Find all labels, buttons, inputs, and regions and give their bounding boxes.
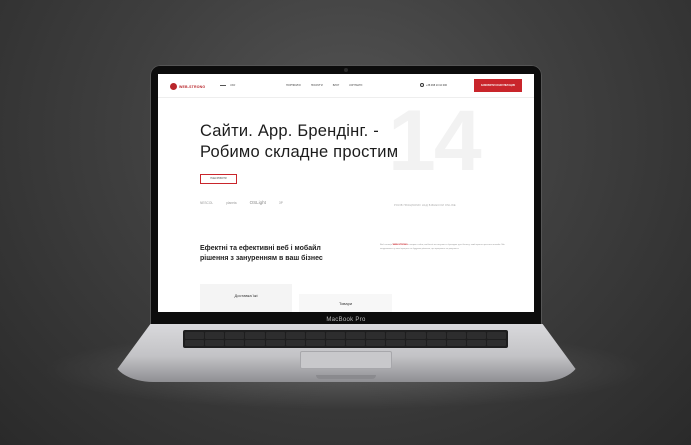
client-logo-nescol: NESCOL xyxy=(200,200,214,205)
service-card-label: Доставка їжі xyxy=(234,293,258,298)
phone-icon xyxy=(420,83,424,87)
client-logo-zr: ЗР xyxy=(278,200,283,205)
language-label: UKR xyxy=(230,84,236,87)
front-notch xyxy=(316,375,376,379)
section-text-prefix: Веб-агенція xyxy=(380,244,392,246)
language-switcher[interactable]: UKR xyxy=(220,84,235,87)
phone-number: +38 068 10 10 006 xyxy=(426,83,447,87)
phone-contact[interactable]: +38 068 10 10 006 xyxy=(420,83,447,87)
nav-item-portfolio[interactable]: ПОРТФОЛІО xyxy=(286,84,301,87)
client-logo-oslight: OSLight xyxy=(249,200,266,205)
service-card-food-delivery[interactable]: Доставка їжі xyxy=(200,284,292,312)
section-text: Веб-агенція WEB-STRONG створює сайти, мо… xyxy=(380,244,510,251)
laptop-lid: WEB-STRONG UKR ПОРТФОЛІО ПОСЛУГИ БЛОГ КО… xyxy=(150,65,542,327)
nav-item-blog[interactable]: БЛОГ xyxy=(333,84,340,87)
logo-icon xyxy=(170,83,177,90)
consultation-button[interactable]: ЗАМОВИТИ КОНСУЛЬТАЦІЮ xyxy=(474,79,522,92)
our-works-button[interactable]: НАШІ РОБОТИ xyxy=(200,174,237,184)
service-card-label: Товари xyxy=(338,301,353,306)
laptop-screen: WEB-STRONG UKR ПОРТФОЛІО ПОСЛУГИ БЛОГ КО… xyxy=(158,74,534,312)
logo-text: WEB-STRONG xyxy=(179,84,206,89)
dash-icon xyxy=(220,84,226,87)
section-title: Ефектні та ефективні веб і мобайл рішенн… xyxy=(200,245,323,262)
years-tagline: РОКІВ ПРАЦЮЄМО НАД БІЗНЕСОМ ONLINE xyxy=(394,204,456,207)
device-brand-label: MacBook Pro xyxy=(326,317,366,323)
touchpad xyxy=(300,351,392,369)
site-logo[interactable]: WEB-STRONG xyxy=(170,83,205,90)
main-nav: ПОРТФОЛІО ПОСЛУГИ БЛОГ КОНТАКТИ xyxy=(286,84,362,87)
camera-icon xyxy=(344,68,348,72)
service-card-goods[interactable]: Товари xyxy=(299,294,392,312)
section-text-brand: WEB-STRONG xyxy=(392,244,408,246)
nav-item-services[interactable]: ПОСЛУГИ xyxy=(311,84,323,87)
keyboard xyxy=(183,330,508,348)
hero-title: Сайти. App. Брендінг. - Робимо складне п… xyxy=(200,122,399,161)
client-logo-planeta: planeta xyxy=(226,200,237,205)
client-logos: NESCOL planeta OSLight ЗР xyxy=(200,200,283,205)
nav-item-contacts[interactable]: КОНТАКТИ xyxy=(349,84,362,87)
